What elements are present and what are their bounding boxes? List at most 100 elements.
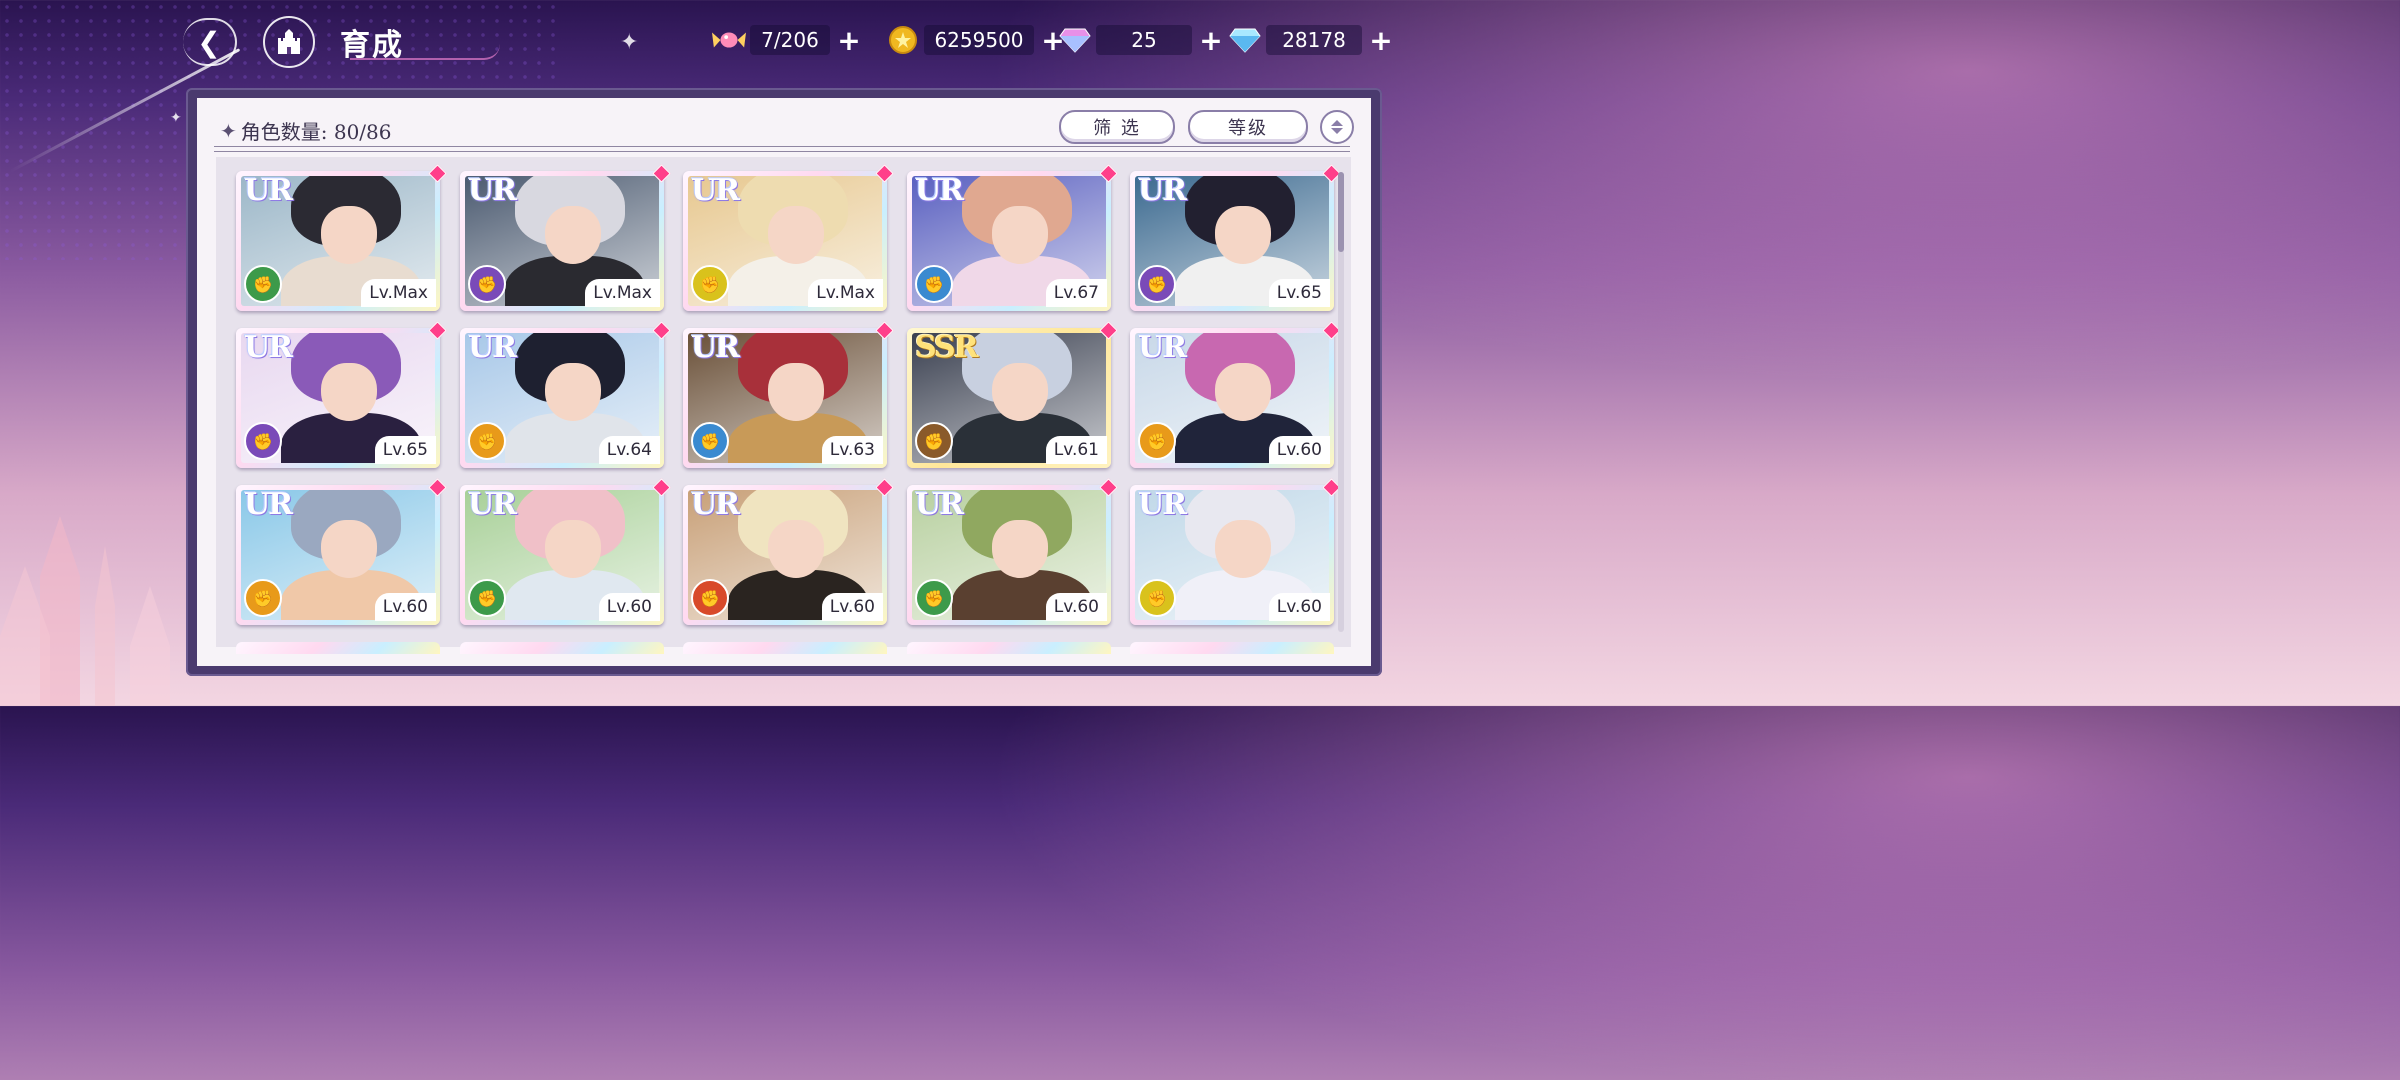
currency-blue-diamond: 28178 + (1228, 23, 1394, 57)
character-card[interactable]: UR ✊ Lv.60 (460, 478, 671, 625)
character-face (768, 520, 824, 578)
level-label: Lv.63 (821, 436, 883, 464)
currency-gold: 6259500 + (886, 23, 1066, 57)
rarity-badge: UR (1138, 173, 1187, 208)
rarity-badge: UR (244, 173, 293, 208)
character-face (545, 363, 601, 421)
sparkle-icon: ✦ (620, 30, 639, 55)
character-face (992, 363, 1048, 421)
rarity-badge: UR (468, 173, 517, 208)
sort-level-button[interactable]: 等级 (1188, 110, 1308, 144)
home-button[interactable] (263, 16, 315, 68)
character-card[interactable]: UR ✊ Lv.60 (1130, 478, 1341, 625)
title-decoration (350, 44, 500, 60)
green-attribute-icon: ✊ (915, 579, 953, 617)
green-attribute-icon: ✊ (468, 579, 506, 617)
blue-diamond-value: 28178 (1266, 25, 1362, 55)
character-card[interactable]: UR ✊ Lv.67 (907, 164, 1118, 311)
level-label: Lv.65 (1268, 279, 1330, 307)
sparkle-icon: ✦ (170, 110, 182, 126)
blue-attribute-icon: ✊ (691, 422, 729, 460)
level-label: Lv.Max (808, 279, 883, 307)
orange-attribute-icon: ✊ (1138, 422, 1176, 460)
character-face (768, 206, 824, 264)
character-face (545, 520, 601, 578)
rarity-badge: UR (244, 487, 293, 522)
character-face (768, 363, 824, 421)
sort-order-toggle[interactable] (1320, 110, 1354, 144)
character-card[interactable]: UR ✊ Lv.Max (683, 164, 894, 311)
orange-attribute-icon: ✊ (244, 579, 282, 617)
character-card-partial[interactable] (907, 642, 1111, 654)
blue-attribute-icon: ✊ (915, 265, 953, 303)
header-divider (214, 146, 1350, 152)
filter-button[interactable]: 筛 选 (1059, 110, 1175, 144)
character-card[interactable]: UR ✊ Lv.60 (236, 478, 447, 625)
character-card[interactable]: UR ✊ Lv.65 (1130, 164, 1341, 311)
level-label: Lv.Max (361, 279, 436, 307)
character-card-partial[interactable] (460, 642, 664, 654)
green-attribute-icon: ✊ (244, 265, 282, 303)
character-card[interactable]: UR ✊ Lv.60 (683, 478, 894, 625)
add-pink-diamond-button[interactable]: + (1198, 24, 1224, 57)
rarity-badge: UR (244, 330, 293, 365)
add-candy-button[interactable]: + (836, 24, 862, 57)
character-card[interactable]: UR ✊ Lv.63 (683, 321, 894, 468)
currency-pink-diamond: 25 + (1058, 23, 1224, 57)
character-card-partial[interactable] (683, 642, 887, 654)
grid-scrollbar[interactable] (1338, 172, 1344, 632)
character-card[interactable]: UR ✊ Lv.64 (460, 321, 671, 468)
scrollbar-thumb[interactable] (1338, 172, 1344, 252)
rarity-badge: UR (691, 487, 740, 522)
character-card[interactable]: UR ✊ Lv.Max (236, 164, 447, 311)
rarity-badge: UR (468, 330, 517, 365)
pink-diamond-icon (1058, 23, 1092, 57)
rarity-badge: UR (1138, 330, 1187, 365)
orange-attribute-icon: ✊ (468, 422, 506, 460)
add-blue-diamond-button[interactable]: + (1368, 24, 1394, 57)
brown-attribute-icon: ✊ (915, 422, 953, 460)
currency-candy: 7/206 + (712, 23, 862, 57)
level-label: Lv.64 (598, 436, 660, 464)
back-button[interactable]: ❮ (183, 18, 237, 66)
character-count-text: 角色数量: 80/86 (240, 120, 392, 144)
red-attribute-icon: ✊ (691, 579, 729, 617)
level-label: Lv.60 (1268, 593, 1330, 621)
level-label: Lv.67 (1045, 279, 1107, 307)
star-icon: ✦ (220, 118, 237, 143)
blue-diamond-icon (1228, 23, 1262, 57)
character-face (1215, 520, 1271, 578)
rarity-badge: UR (468, 487, 517, 522)
candy-icon (712, 23, 746, 57)
character-face (321, 206, 377, 264)
rarity-badge: UR (915, 487, 964, 522)
gold-coin-icon (886, 23, 920, 57)
character-face (992, 206, 1048, 264)
character-card[interactable]: UR ✊ Lv.Max (460, 164, 671, 311)
level-label: Lv.60 (1045, 593, 1107, 621)
rarity-badge: UR (691, 330, 740, 365)
level-label: Lv.61 (1045, 436, 1107, 464)
level-label: Lv.60 (821, 593, 883, 621)
yellow-attribute-icon: ✊ (691, 265, 729, 303)
purple-attribute-icon: ✊ (244, 422, 282, 460)
pink-diamond-value: 25 (1096, 25, 1192, 55)
character-card[interactable]: UR ✊ Lv.60 (907, 478, 1118, 625)
castle-home-icon (278, 29, 300, 54)
character-card-partial[interactable] (236, 642, 440, 654)
gold-value: 6259500 (924, 25, 1034, 55)
level-label: Lv.65 (374, 436, 436, 464)
purple-attribute-icon: ✊ (468, 265, 506, 303)
purple-attribute-icon: ✊ (1138, 265, 1176, 303)
rarity-badge: SSR (915, 330, 979, 365)
sort-up-icon (1331, 120, 1343, 126)
yellow-attribute-icon: ✊ (1138, 579, 1176, 617)
character-card[interactable]: UR ✊ Lv.60 (1130, 321, 1341, 468)
character-card[interactable]: UR ✊ Lv.65 (236, 321, 447, 468)
character-count: ✦ 角色数量: 80/86 (220, 116, 392, 145)
character-face (321, 520, 377, 578)
character-card[interactable]: SSR ✊ Lv.61 (907, 321, 1118, 468)
rarity-badge: UR (915, 173, 964, 208)
character-face (321, 363, 377, 421)
character-card-partial[interactable] (1130, 642, 1334, 654)
